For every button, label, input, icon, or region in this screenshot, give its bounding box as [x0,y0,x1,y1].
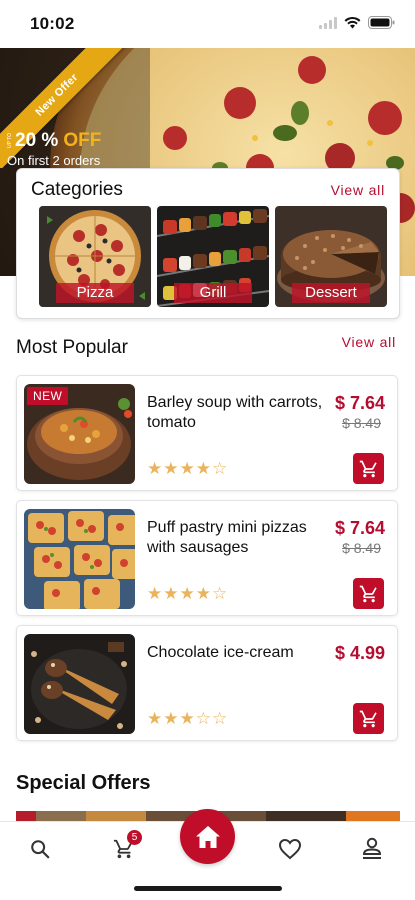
categories-card: Categories View all Pizza Grill Dessert [16,168,400,319]
battery-icon [368,16,395,29]
wifi-icon [344,16,361,29]
cart-icon [359,460,377,477]
product-old-price: $ 8.49 [342,415,381,431]
offer-off: OFF [63,130,102,151]
nav-search[interactable] [25,834,55,864]
product-old-price: $ 8.49 [342,540,381,556]
offer-upto: UP TO [7,133,13,149]
most-popular-view-all-link[interactable]: View all [342,334,396,350]
status-time: 10:02 [30,14,75,33]
home-button[interactable] [180,809,235,864]
offer-percent: 20 % [15,130,59,151]
home-icon [195,825,220,848]
rating-stars: ★★★★☆ [147,459,229,478]
categories-view-all-link[interactable]: View all [331,182,385,198]
status-icons [319,16,395,29]
category-tile-grill[interactable]: Grill [157,206,269,307]
product-image [24,509,135,609]
rating-stars: ★★★★☆ [147,584,229,603]
offer-subtitle: On first 2 orders [7,153,101,168]
product-card[interactable]: NEW Barley soup with carrots, tomato $ 7… [16,375,398,491]
cart-icon [359,710,377,727]
product-name: Barley soup with carrots, tomato [147,394,323,431]
category-label-grill: Grill [174,283,252,303]
add-to-cart-button[interactable] [353,703,384,734]
new-badge: NEW [27,387,69,405]
product-price: $ 4.99 [334,643,385,663]
category-label-pizza: Pizza [56,283,134,303]
product-name: Puff pastry mini pizzas with sausages [147,519,307,556]
product-image: NEW [24,384,135,484]
product-card[interactable]: Chocolate ice-cream $ 4.99 ★★★☆☆ [16,625,398,741]
rating-stars: ★★★☆☆ [147,709,229,728]
cart-icon [359,585,377,602]
cart-count-badge: 5 [127,830,142,845]
mini-pizzas-image [24,509,135,609]
home-indicator [134,886,282,891]
nav-favorites[interactable] [275,834,305,864]
status-bar: 10:02 [0,0,415,48]
product-name: Chocolate ice-cream [147,644,294,661]
product-image [24,634,135,734]
product-price: $ 7.64 [334,518,385,538]
heart-icon [278,838,302,860]
ice-cream-image [24,634,135,734]
category-tile-dessert[interactable]: Dessert [275,206,387,307]
nav-account[interactable] [357,834,387,864]
most-popular-title: Most Popular [16,337,128,358]
product-card[interactable]: Puff pastry mini pizzas with sausages $ … [16,500,398,616]
add-to-cart-button[interactable] [353,578,384,609]
nav-cart[interactable]: 5 [109,830,142,864]
offer-text-block: UP TO 20 % OFF On first 2 orders [7,130,101,168]
category-label-dessert: Dessert [292,283,370,303]
add-to-cart-button[interactable] [353,453,384,484]
signal-icon [319,16,337,29]
special-offers-title: Special Offers [16,772,151,794]
account-icon [362,837,382,859]
categories-title: Categories [31,179,123,200]
product-price: $ 7.64 [334,393,385,413]
search-icon [31,840,50,859]
category-tile-pizza[interactable]: Pizza [39,206,151,307]
